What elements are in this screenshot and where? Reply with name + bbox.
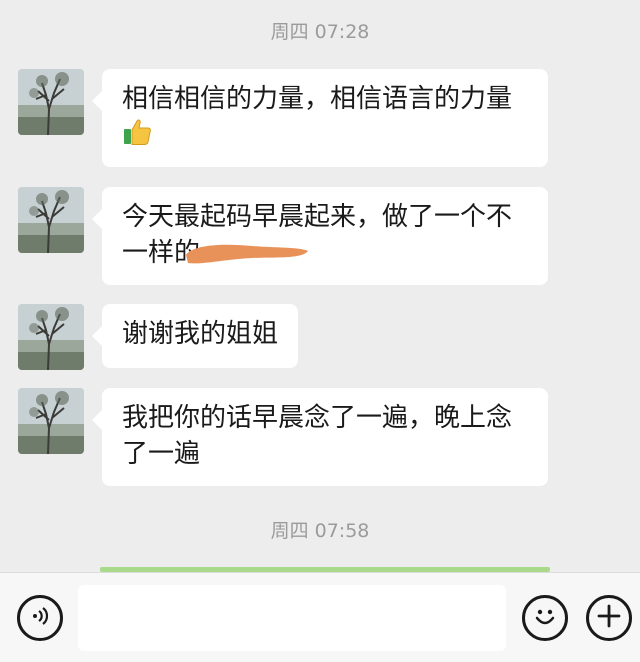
message-text: 我把你的话早晨念了一遍，晚上念 — [122, 403, 513, 433]
avatar[interactable] — [18, 69, 84, 135]
emoji-button[interactable] — [522, 595, 568, 641]
message-text: 谢谢我的姐姐 — [122, 319, 279, 349]
input-bar — [0, 572, 640, 662]
thumbs-up-icon — [122, 117, 152, 157]
message-input[interactable] — [78, 585, 506, 651]
timestamp: 周四 07:58 — [270, 520, 370, 542]
avatar[interactable] — [18, 187, 84, 253]
redaction-mark — [186, 244, 308, 264]
chat-area[interactable]: 周四 07:28 相信相信的力量，相信语言的力量 今天最起码早晨起来，做了一个不… — [0, 0, 640, 572]
message-bubble[interactable]: 今天最起码早晨起来，做了一个不 一样的 — [92, 187, 548, 285]
message-bubble[interactable]: 相信相信的力量，相信语言的力量 — [92, 69, 548, 167]
voice-button[interactable] — [17, 595, 63, 641]
avatar[interactable] — [18, 388, 84, 454]
emoji-icon — [530, 601, 560, 635]
message-text: 了一遍 — [122, 439, 201, 469]
avatar[interactable] — [18, 304, 84, 370]
message-text: 一样的 — [122, 238, 201, 268]
voice-icon — [28, 604, 52, 632]
message-text: 相信相信的力量，相信语言的力量 — [122, 84, 513, 114]
more-button[interactable] — [586, 595, 632, 641]
plus-icon — [596, 603, 622, 633]
message-bubble[interactable]: 我把你的话早晨念了一遍，晚上念 了一遍 — [92, 388, 548, 486]
message-text: 今天最起码早晨起来，做了一个不 — [122, 202, 513, 232]
message-bubble[interactable]: 谢谢我的姐姐 — [91, 304, 299, 368]
timestamp: 周四 07:28 — [270, 21, 370, 43]
